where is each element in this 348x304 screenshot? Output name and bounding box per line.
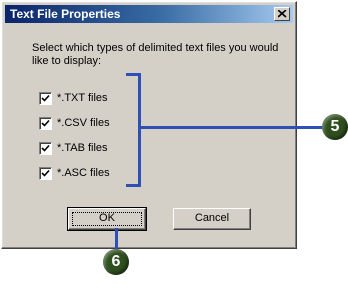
callout-badge-6: 6 [103,249,129,275]
checkbox-tab[interactable] [39,142,52,155]
callout-badge-5: 5 [322,114,348,140]
option-label-tab: *.TAB files [57,142,108,154]
option-label-txt: *.TXT files [57,92,108,104]
dialog-title: Text File Properties [10,7,121,21]
close-button[interactable] [274,7,290,21]
checkbox-txt[interactable] [39,92,52,105]
text-file-properties-dialog: Text File Properties Select which types … [1,1,297,249]
check-icon [41,169,50,177]
option-label-csv: *.CSV files [57,117,110,129]
instructions-text: Select which types of delimited text fil… [32,42,279,67]
check-icon [41,119,50,127]
ok-button[interactable]: OK [67,207,147,231]
callout-bracket [138,73,141,187]
checkbox-csv[interactable] [39,117,52,130]
check-icon [41,144,50,152]
bracket-tick-top [126,73,141,76]
close-icon [278,10,287,18]
cancel-button[interactable]: Cancel [173,208,251,230]
callout-line-5 [141,126,328,129]
focus-rect [72,212,142,226]
checkbox-asc[interactable] [39,167,52,180]
callout-line-6 [115,228,118,250]
option-label-asc: *.ASC files [57,167,110,179]
bracket-tick-bottom [126,184,141,187]
title-bar: Text File Properties [5,5,293,23]
check-icon [41,94,50,102]
cancel-button-label: Cancel [194,212,230,224]
